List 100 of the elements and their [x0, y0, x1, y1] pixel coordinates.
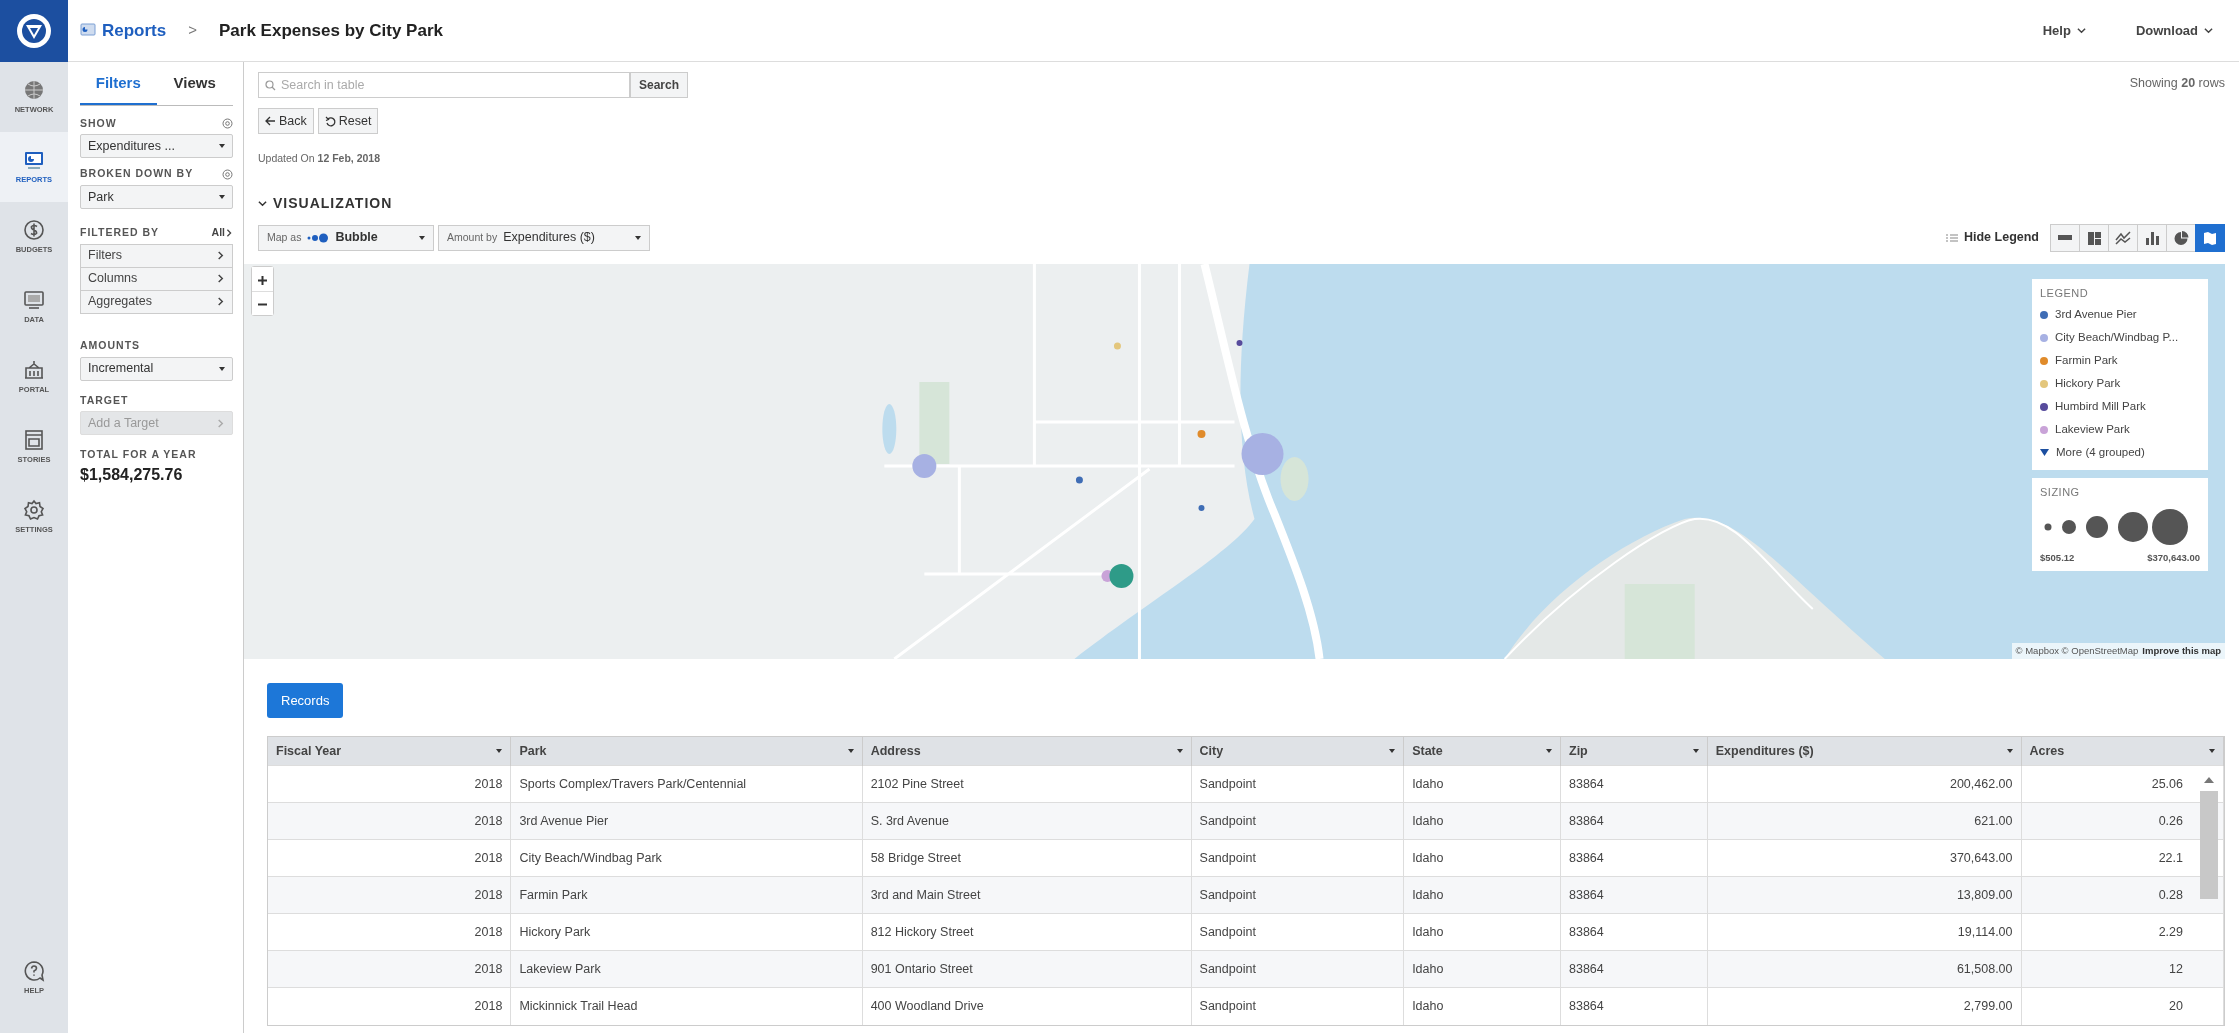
legend-icon — [1946, 233, 1958, 242]
window-icon — [23, 428, 45, 451]
reports-icon — [80, 23, 96, 38]
caret-icon — [847, 749, 854, 753]
table-cell: 0.26 — [2021, 802, 2224, 840]
logo-icon[interactable] — [14, 11, 54, 51]
search-button[interactable]: Search — [630, 72, 689, 98]
chevron-right-icon — [216, 251, 225, 261]
chevron-down-icon — [258, 198, 267, 208]
chevron-down-icon — [2204, 26, 2213, 35]
caret-icon — [2006, 749, 2013, 753]
table-cell: 2018 — [268, 802, 511, 840]
map-attribution: © Mapbox © OpenStreetMap — [2015, 643, 2139, 658]
table-cell: 2018 — [268, 876, 511, 914]
column-header[interactable]: City — [1191, 736, 1404, 766]
column-header[interactable]: Zip — [1560, 736, 1708, 766]
dropdown[interactable]: Incremental — [80, 356, 233, 381]
caret-icon — [2209, 749, 2215, 753]
table-cell: Idaho — [1403, 802, 1561, 840]
building-icon — [23, 358, 45, 381]
pie-chart-icon — [2173, 229, 2189, 246]
column-header[interactable]: Address — [862, 736, 1192, 766]
filter-row[interactable]: Columns — [80, 266, 233, 291]
chevron-right-icon — [225, 229, 233, 238]
reset-button[interactable]: Reset — [317, 108, 379, 134]
all-link[interactable]: All — [211, 225, 233, 241]
settings-icon[interactable] — [222, 117, 233, 129]
map-type-dropdown[interactable]: Map as Bubble — [258, 224, 434, 251]
settings-icon — [23, 498, 45, 521]
panel-tab[interactable]: Views — [156, 68, 233, 105]
panel-tab[interactable]: Filters — [80, 68, 157, 105]
chevron-right-icon — [216, 418, 225, 428]
row-count: Showing 20 rows — [2129, 75, 2225, 92]
table-cell: 12 — [2021, 950, 2224, 988]
min-value: $505.12 — [2040, 550, 2075, 565]
chart-type-button[interactable] — [2195, 223, 2225, 252]
triangle-down-icon — [2040, 449, 2049, 457]
search-field[interactable]: Search in table — [258, 72, 630, 98]
arrow-left-icon — [265, 116, 276, 126]
breadcrumb-link[interactable]: Reports — [102, 17, 167, 44]
caret-icon — [1546, 749, 1552, 753]
section-label: TOTAL FOR A YEAR — [80, 447, 198, 463]
breadcrumb-separator: > — [188, 20, 197, 41]
chevron-right-icon — [216, 297, 225, 307]
section-label: TARGET — [80, 392, 130, 408]
menu-button[interactable]: Help — [2036, 19, 2092, 42]
page-title: Park Expenses by City Park — [219, 19, 443, 42]
column-header[interactable]: Expenditures ($) — [1707, 736, 2021, 766]
dropdown[interactable]: Expenditures ... — [80, 134, 233, 159]
section-label: AMOUNTS — [80, 337, 142, 353]
legend-label: Lakeview Park — [2055, 422, 2130, 438]
table-cell: Sandpoint — [1191, 802, 1404, 840]
legend-label: Humbird Mill Park — [2055, 399, 2146, 415]
caret-icon — [635, 235, 641, 240]
column-header[interactable]: Fiscal Year — [268, 736, 511, 766]
table-cell: Idaho — [1403, 987, 1561, 1025]
caret-icon — [219, 195, 225, 199]
table-cell: 2018 — [268, 950, 511, 988]
table-cell: 621.00 — [1707, 802, 2021, 840]
table-cell: Sandpoint — [1191, 987, 1404, 1025]
filter-row[interactable]: Filters — [80, 243, 233, 268]
records-button[interactable]: Records — [267, 682, 344, 718]
table-cell: 83864 — [1560, 876, 1708, 914]
table-cell: Sandpoint — [1191, 876, 1404, 914]
section-toggle[interactable]: VISUALIZATION — [258, 192, 393, 214]
column-header[interactable]: Park — [510, 736, 863, 766]
legend-label: City Beach/Windbag P... — [2055, 330, 2179, 346]
map-icon — [2202, 229, 2218, 246]
dropdown[interactable]: Park — [80, 185, 233, 209]
legend-label: 3rd Avenue Pier — [2055, 307, 2137, 323]
total-amount: $1,584,275.76 — [80, 465, 184, 485]
bar-icon — [2058, 235, 2072, 241]
chevron-right-icon — [216, 274, 225, 284]
caret-icon — [1692, 749, 1699, 753]
help-icon — [23, 959, 45, 982]
column-header[interactable]: State — [1403, 736, 1561, 766]
caret-icon — [219, 366, 225, 371]
table-cell: 400 Woodland Drive — [862, 987, 1192, 1025]
legend-title: LEGEND — [2040, 285, 2090, 301]
improve-map-link[interactable]: Improve this map — [2142, 643, 2221, 658]
hide-legend-button[interactable]: Hide Legend — [1946, 228, 2039, 248]
filter-row[interactable]: Aggregates — [80, 289, 233, 314]
legend-label: Hickory Park — [2055, 376, 2121, 392]
table-cell: Idaho — [1403, 876, 1561, 914]
legend-label: Farmin Park — [2055, 353, 2118, 369]
table-cell: S. 3rd Avenue — [862, 802, 1192, 840]
table-cell: 901 Ontario Street — [862, 950, 1192, 988]
table-cell: 83864 — [1560, 987, 1708, 1025]
back-button[interactable]: Back — [258, 108, 314, 134]
more-legend-button[interactable]: More (4 grouped) — [2040, 441, 2145, 465]
menu-button[interactable]: Download — [2129, 19, 2219, 42]
max-value: $370,643.00 — [2147, 550, 2200, 565]
settings-icon[interactable] — [222, 168, 233, 180]
caret-icon — [1176, 749, 1183, 753]
caret-icon — [219, 144, 225, 149]
table-cell: Lakeview Park — [510, 950, 863, 988]
column-header[interactable]: Acres — [2021, 736, 2224, 766]
bar-chart-icon — [2144, 229, 2160, 246]
amount-dropdown[interactable]: Amount by Expenditures ($) — [438, 224, 650, 251]
table-cell: 61,508.00 — [1707, 950, 2021, 988]
